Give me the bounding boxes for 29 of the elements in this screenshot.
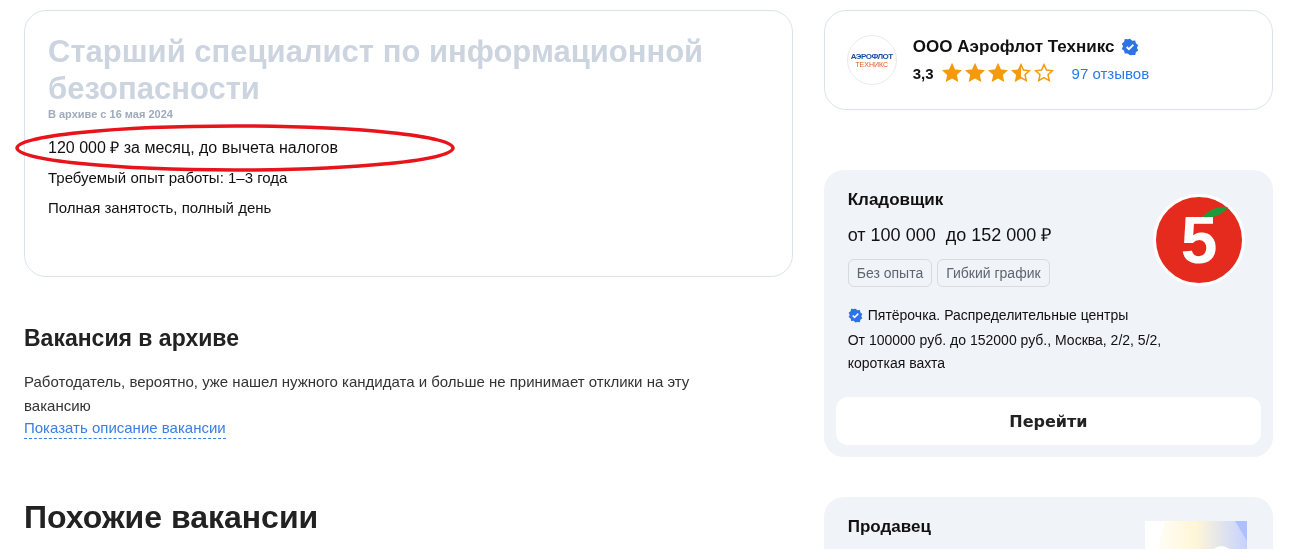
tag: Без опыта <box>847 259 933 287</box>
show-description-link[interactable]: Показать описание вакансии <box>24 418 226 439</box>
star-icon <box>1010 63 1031 83</box>
verified-icon <box>1120 38 1139 56</box>
company-logo: 5 <box>1153 194 1245 286</box>
vacancy-card[interactable]: Кладовщик от 100 000 до 152 000 ₽ Без опыта Гибкий график Пятёрочка. Распределительные центры От 100000 руб. до 152000 руб., Москва, 2/2, 5/2, короткая вахта Перейти 5 <box>823 170 1273 457</box>
tag: Гибкий график <box>937 259 1050 287</box>
archive-heading: Вакансия в архиве <box>24 325 240 352</box>
star-icon <box>941 63 962 83</box>
vacancy-title: Кладовщик <box>847 190 944 210</box>
vacancy-title: Продавец <box>847 517 931 537</box>
salary: от 100 000 до 152 000 ₽ <box>847 224 1052 246</box>
go-button[interactable]: Перейти <box>835 397 1261 445</box>
vacancy-card[interactable]: Продавец <box>823 497 1273 549</box>
verified-icon <box>847 307 863 323</box>
star-icon <box>1033 63 1054 83</box>
company-name: Пятёрочка. Распределительные центры <box>867 307 1129 323</box>
vacancy-detail: Требуемый опыт работы: 1–3 года <box>48 168 289 188</box>
employer-name[interactable]: ООО Аэрофлот Техникс <box>912 37 1115 57</box>
vacancy-detail: Полная занятость, полный день <box>48 198 273 218</box>
vacancy-description: От 100000 руб. до 152000 руб., Москва, 2/2, 5/2, короткая вахта <box>846 331 1163 373</box>
archive-date: В архиве с 16 мая 2024 <box>48 108 174 120</box>
archive-text: Работодатель, вероятно, уже нашел нужного кандидата и больше не принимает отклики на эту вакансию <box>24 372 691 416</box>
salary: 120 000 ₽ за месяц, до вычета налогов <box>48 138 339 158</box>
star-icon <box>987 63 1008 83</box>
star-icon <box>964 63 985 83</box>
similar-heading: Похожие вакансии <box>24 499 320 536</box>
rating: 3,3 <box>912 64 934 82</box>
reviews-link[interactable]: 97 отзывов <box>1071 64 1150 82</box>
